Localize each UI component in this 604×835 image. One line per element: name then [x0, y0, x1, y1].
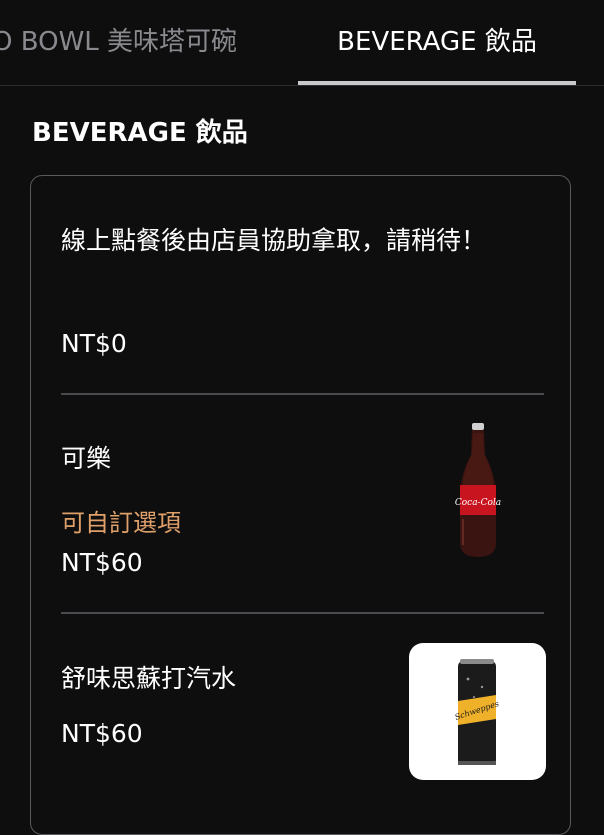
item-price: NT$0 — [61, 329, 127, 358]
item-divider — [61, 612, 544, 614]
coca-cola-bottle-image: Coca-Cola — [455, 423, 501, 557]
customizable-option-label: 可自訂選項 — [61, 509, 181, 537]
section-title: BEVERAGE 飲品 — [32, 118, 248, 148]
active-tab-indicator — [298, 81, 576, 85]
tab-beverage[interactable]: BEVERAGE 飲品 — [298, 0, 576, 85]
item-name: 可樂 — [61, 444, 112, 473]
item-price: NT$60 — [61, 719, 143, 748]
schweppes-can-icon: Schweppes — [454, 659, 500, 765]
category-tab-bar: O BOWL 美味塔可碗 BEVERAGE 飲品 — [0, 0, 604, 86]
item-divider — [61, 393, 544, 395]
menu-items-card: 線上點餐後由店員協助拿取，請稍待！ NT$0 可樂 可自訂選項 NT$60 Co… — [30, 175, 571, 835]
schweppes-can-image: Schweppes — [409, 643, 546, 780]
tab-taco-bowl[interactable]: O BOWL 美味塔可碗 — [0, 0, 237, 85]
item-name: 線上點餐後由店員協助拿取，請稍待！ — [61, 226, 487, 255]
svg-text:Coca-Cola: Coca-Cola — [455, 498, 501, 508]
item-name: 舒味思蘇打汽水 — [61, 664, 237, 693]
item-price: NT$60 — [61, 548, 143, 577]
